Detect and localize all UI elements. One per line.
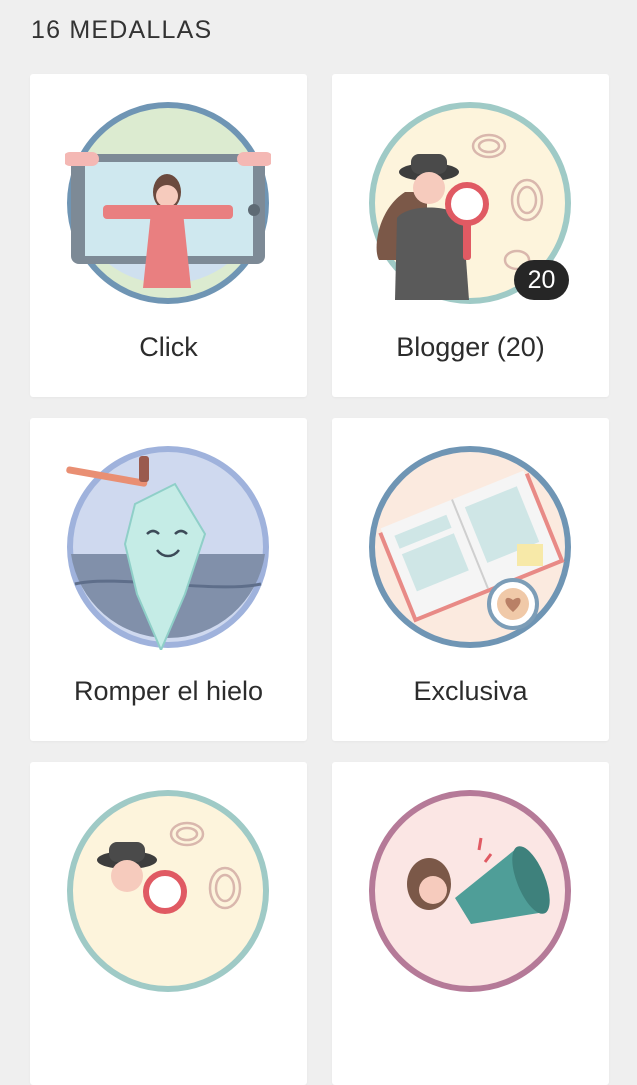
medal-card[interactable] <box>30 762 307 1085</box>
medal-label: Click <box>139 332 198 362</box>
detective-magnifier-icon <box>65 788 271 994</box>
open-magazine-coffee-icon <box>367 444 573 650</box>
medal-label: Romper el hielo <box>73 676 264 706</box>
medal-card-blogger[interactable]: 20 Blogger (20) <box>332 74 609 397</box>
medal-card-romper-el-hielo[interactable]: Romper el hielo <box>30 418 307 741</box>
medal-label: Exclusiva <box>413 676 528 706</box>
medal-label: Blogger (20) <box>396 332 545 362</box>
megaphone-icon <box>367 788 573 994</box>
medal-card[interactable] <box>332 762 609 1085</box>
medal-card-exclusiva[interactable]: Exclusiva <box>332 418 609 741</box>
selfie-tablet-icon <box>65 100 271 306</box>
iceberg-hammer-icon <box>65 444 271 650</box>
medal-count-badge: 20 <box>514 260 569 300</box>
medal-card-click[interactable]: Click <box>30 74 307 397</box>
medals-count-title: 16 MEDALLAS <box>31 16 213 44</box>
